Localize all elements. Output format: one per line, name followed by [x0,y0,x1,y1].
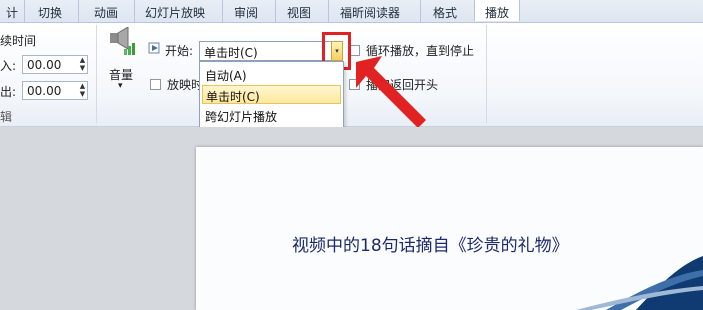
start-option-auto[interactable]: 自动(A) [202,65,341,84]
group-separator [486,25,487,123]
start-option-on-click[interactable]: 单击时(C) [202,85,341,104]
tab-separator [222,0,223,22]
start-combobox-value: 单击时(C) [204,46,258,60]
annotation-arrow-icon [356,56,426,128]
tab-transitions[interactable]: 切换 [38,4,62,21]
fade-in-value: 00.00 [27,58,62,72]
start-label: 开始: [165,44,194,58]
tab-format[interactable]: 格式 [433,4,457,21]
slide-title: 视频中的18句话摘自《珍贵的礼物》 [292,236,569,256]
ribbon-tab-bar: 计 切换 动画 幻灯片放映 审阅 视图 福昕阅读器 格式 播放 [0,0,703,23]
tab-separator [134,0,135,22]
tab-separator [275,0,276,22]
volume-button[interactable] [106,26,138,67]
fade-out-value: 00.00 [27,84,62,98]
editing-group-label: 辑 [0,110,13,124]
tab-separator [78,0,79,22]
start-option-across-slides[interactable]: 跨幻灯片播放 [202,106,341,125]
slide-canvas[interactable]: 视频中的18句话摘自《珍贵的礼物》 [196,147,703,310]
hide-during-show-checkbox[interactable] [150,79,161,90]
fade-out-stepper-icon[interactable]: ▲ ▼ [78,82,87,99]
tab-foxit-reader[interactable]: 福昕阅读器 [340,4,400,21]
tab-playback[interactable]: 播放 [474,0,521,21]
play-start-icon [148,42,160,54]
tab-design[interactable]: 计 [6,4,18,21]
fade-out-label: 出: [0,85,17,99]
speaker-icon [110,26,135,55]
start-dropdown-list: 自动(A) 单击时(C) 跨幻灯片播放 [199,61,344,129]
tab-review[interactable]: 审阅 [234,4,258,21]
duration-group-title: 续时间 [0,34,37,48]
tab-separator [328,0,329,22]
tab-separator [24,0,25,22]
volume-dropdown-icon[interactable]: ▾ [118,81,123,91]
slide-decoration-swoosh [576,256,703,310]
tab-animations[interactable]: 动画 [94,4,118,21]
tab-view[interactable]: 视图 [287,4,311,21]
hide-during-show-label: 放映时 [167,78,204,92]
fade-in-label: 入: [0,59,17,73]
tab-separator [420,0,421,22]
fade-in-stepper-icon[interactable]: ▲ ▼ [78,56,87,73]
group-separator [96,25,97,123]
tab-slideshow[interactable]: 幻灯片放映 [145,4,205,21]
